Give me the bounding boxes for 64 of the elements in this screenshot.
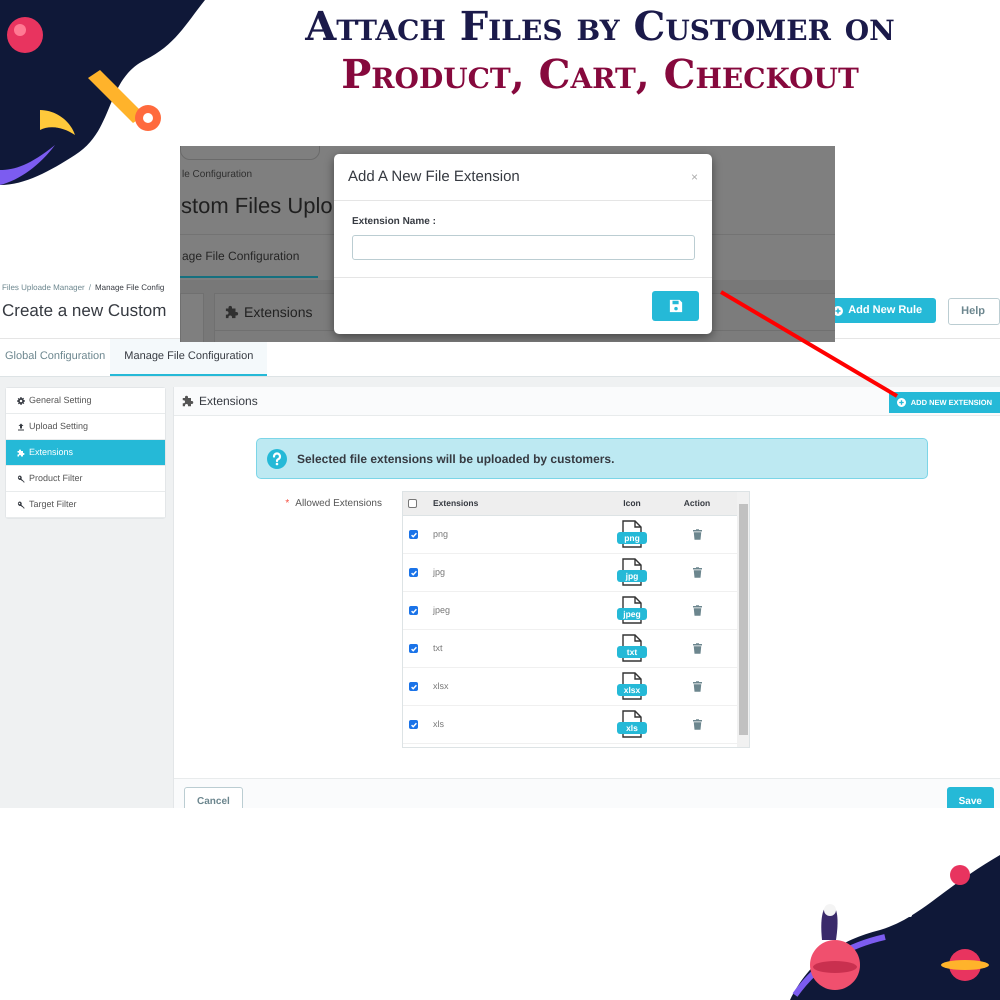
help-icon [267,448,287,468]
puzzle-icon [225,305,239,319]
delete-icon[interactable] [692,567,702,578]
table-cell-text: xlsx [432,680,450,693]
scrollbar[interactable] [737,492,749,747]
banner-title: Attach Files by Customer on [304,4,896,50]
file-type-badge: jpg [617,570,647,582]
modal-title: Add A New File Extension [348,166,520,187]
tab[interactable]: Global Configuration [0,339,110,376]
breadcrumb-item: / [88,282,91,294]
banner-subtitle: Product, Cart, Checkout [340,52,860,98]
table-cell-text: txt [432,642,444,655]
help-button[interactable]: Help [948,298,1000,325]
field-label: Allowed Extensions [295,497,382,511]
breadcrumb-item[interactable]: Files Uploade Manager [2,282,85,294]
file-type-badge: txt [617,646,647,658]
key-icon [17,474,25,482]
checkbox[interactable] [409,530,418,539]
save-button[interactable]: Save [946,787,994,808]
plus-icon [896,398,906,407]
checkbox[interactable] [409,568,418,577]
column-header: Action [682,497,712,510]
tab[interactable]: Manage File Configuration [110,339,268,376]
panel-title: Extensions [199,393,258,410]
page-title: stom Files Uplo [181,192,333,220]
gear-icon [17,396,25,404]
checkbox[interactable] [409,606,418,615]
table-cell-text: jpg [432,566,446,579]
puzzle-icon [182,395,194,407]
table-cell-text: xls [432,718,445,731]
column-header: Extensions [432,497,480,510]
table-cell-text: png [432,528,450,541]
checkbox[interactable] [409,682,418,691]
page-title: Create a new Custom [1,300,166,322]
table-cell-text: jpeg [432,604,452,617]
sidebar-item[interactable]: Extensions [6,440,165,466]
breadcrumb-item: le Configuration [182,168,252,182]
upload-icon [17,422,25,430]
puzzle-icon [17,448,25,456]
key-icon [17,500,25,508]
delete-icon[interactable] [692,681,702,692]
delete-icon[interactable] [692,605,702,616]
checkbox[interactable] [408,499,417,508]
delete-icon[interactable] [692,719,702,730]
save-button[interactable] [652,291,699,321]
checkbox[interactable] [409,644,418,653]
sidebar-item[interactable]: General Setting [6,388,165,414]
alert-text: Selected file extensions will be uploaded by customers. [297,450,614,468]
close-button[interactable]: × [690,171,698,183]
file-type-badge: xlsx [617,684,647,696]
input-field[interactable] [352,235,695,260]
breadcrumb-item: Manage File Config [94,282,164,294]
delete-icon[interactable] [692,643,702,654]
field-label: Extension Name : [352,215,437,229]
column-header: Icon [622,497,642,510]
cancel-button[interactable]: Cancel [184,787,243,808]
panel-title: Extensions [244,302,312,322]
save-icon [668,299,682,313]
file-type-badge: png [617,532,647,544]
checkbox[interactable] [409,720,418,729]
delete-icon[interactable] [692,529,702,540]
file-type-badge: xls [617,722,647,734]
required-mark: * [285,497,290,511]
file-type-badge: jpeg [617,608,647,620]
